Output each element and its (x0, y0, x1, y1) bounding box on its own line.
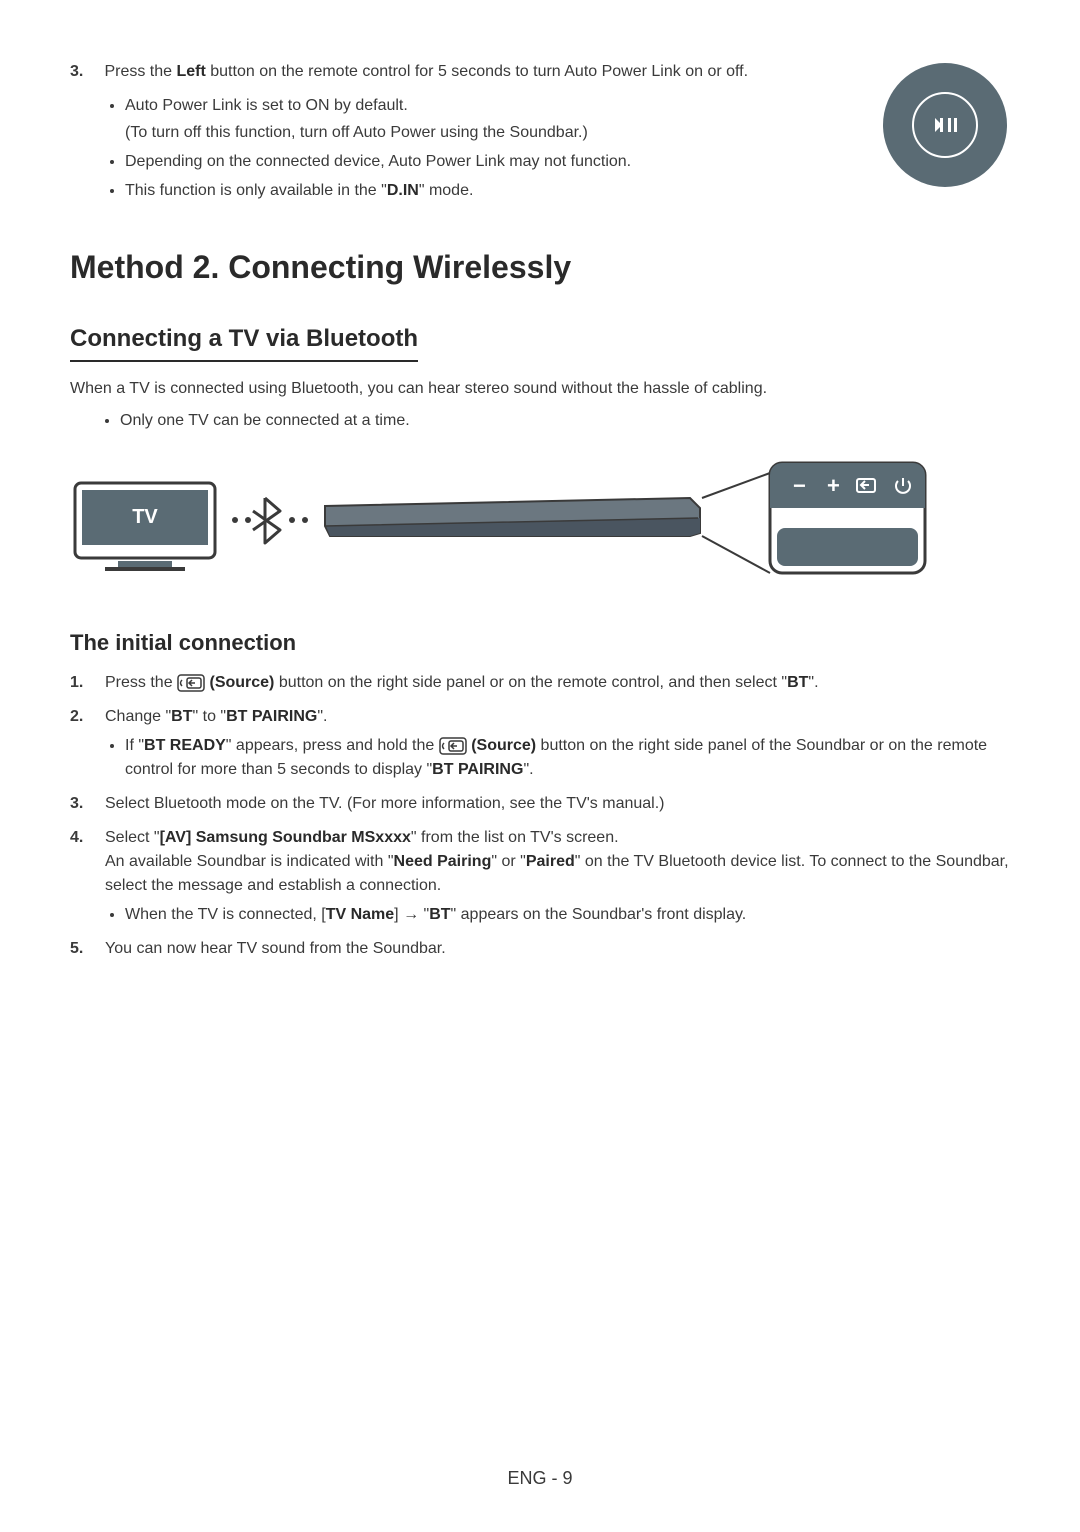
step-2: Change "BT" to "BT PAIRING". If "BT READ… (70, 705, 1010, 782)
svg-text:−: − (793, 473, 806, 498)
step-3-bullets: Auto Power Link is set to ON by default.… (125, 94, 850, 203)
step-2-sub: If "BT READY" appears, press and hold th… (125, 734, 1010, 782)
bluetooth-note: Only one TV can be connected at a time. (120, 409, 1010, 433)
source-icon (177, 674, 205, 692)
page-content: 3. Press the Left button on the remote c… (70, 60, 1010, 961)
tv-label: TV (132, 506, 158, 528)
bluetooth-note-list: Only one TV can be connected at a time. (120, 409, 1010, 433)
bluetooth-description: When a TV is connected using Bluetooth, … (70, 377, 1010, 401)
method-2-heading: Method 2. Connecting Wirelessly (70, 243, 1010, 291)
bullet-item: This function is only available in the "… (125, 179, 850, 203)
step-3-text: 3. Press the Left button on the remote c… (70, 60, 850, 84)
initial-connection-heading: The initial connection (70, 626, 1010, 659)
source-icon (439, 737, 467, 755)
step-1: Press the (Source) button on the right s… (70, 671, 1010, 695)
bluetooth-diagram: TV − + − + (70, 458, 1010, 588)
step-4-sub-item: When the TV is connected, [TV Name] → "B… (125, 903, 1010, 927)
svg-text:+: + (827, 473, 840, 498)
step-2-sub-item: If "BT READY" appears, press and hold th… (125, 734, 1010, 782)
step-4: Select "[AV] Samsung Soundbar MSxxxx" fr… (70, 826, 1010, 927)
step-3-bt: Select Bluetooth mode on the TV. (For mo… (70, 792, 1010, 816)
step-number: 3. (70, 60, 100, 84)
initial-connection-steps: Press the (Source) button on the right s… (70, 671, 1010, 961)
page-footer: ENG - 9 (0, 1465, 1080, 1492)
step-5: You can now hear TV sound from the Sound… (70, 937, 1010, 961)
bluetooth-subheading: Connecting a TV via Bluetooth (70, 321, 418, 362)
step-4-sub: When the TV is connected, [TV Name] → "B… (125, 903, 1010, 927)
bullet-subtext: (To turn off this function, turn off Aut… (125, 121, 850, 145)
bullet-item: Depending on the connected device, Auto … (125, 150, 850, 174)
bullet-item: Auto Power Link is set to ON by default.… (125, 94, 850, 145)
step-text: Press the Left button on the remote cont… (104, 63, 748, 80)
step-4-line2: An available Soundbar is indicated with … (105, 850, 1010, 898)
step-3: 3. Press the Left button on the remote c… (70, 60, 1010, 203)
remote-play-pause-icon (880, 60, 1010, 190)
